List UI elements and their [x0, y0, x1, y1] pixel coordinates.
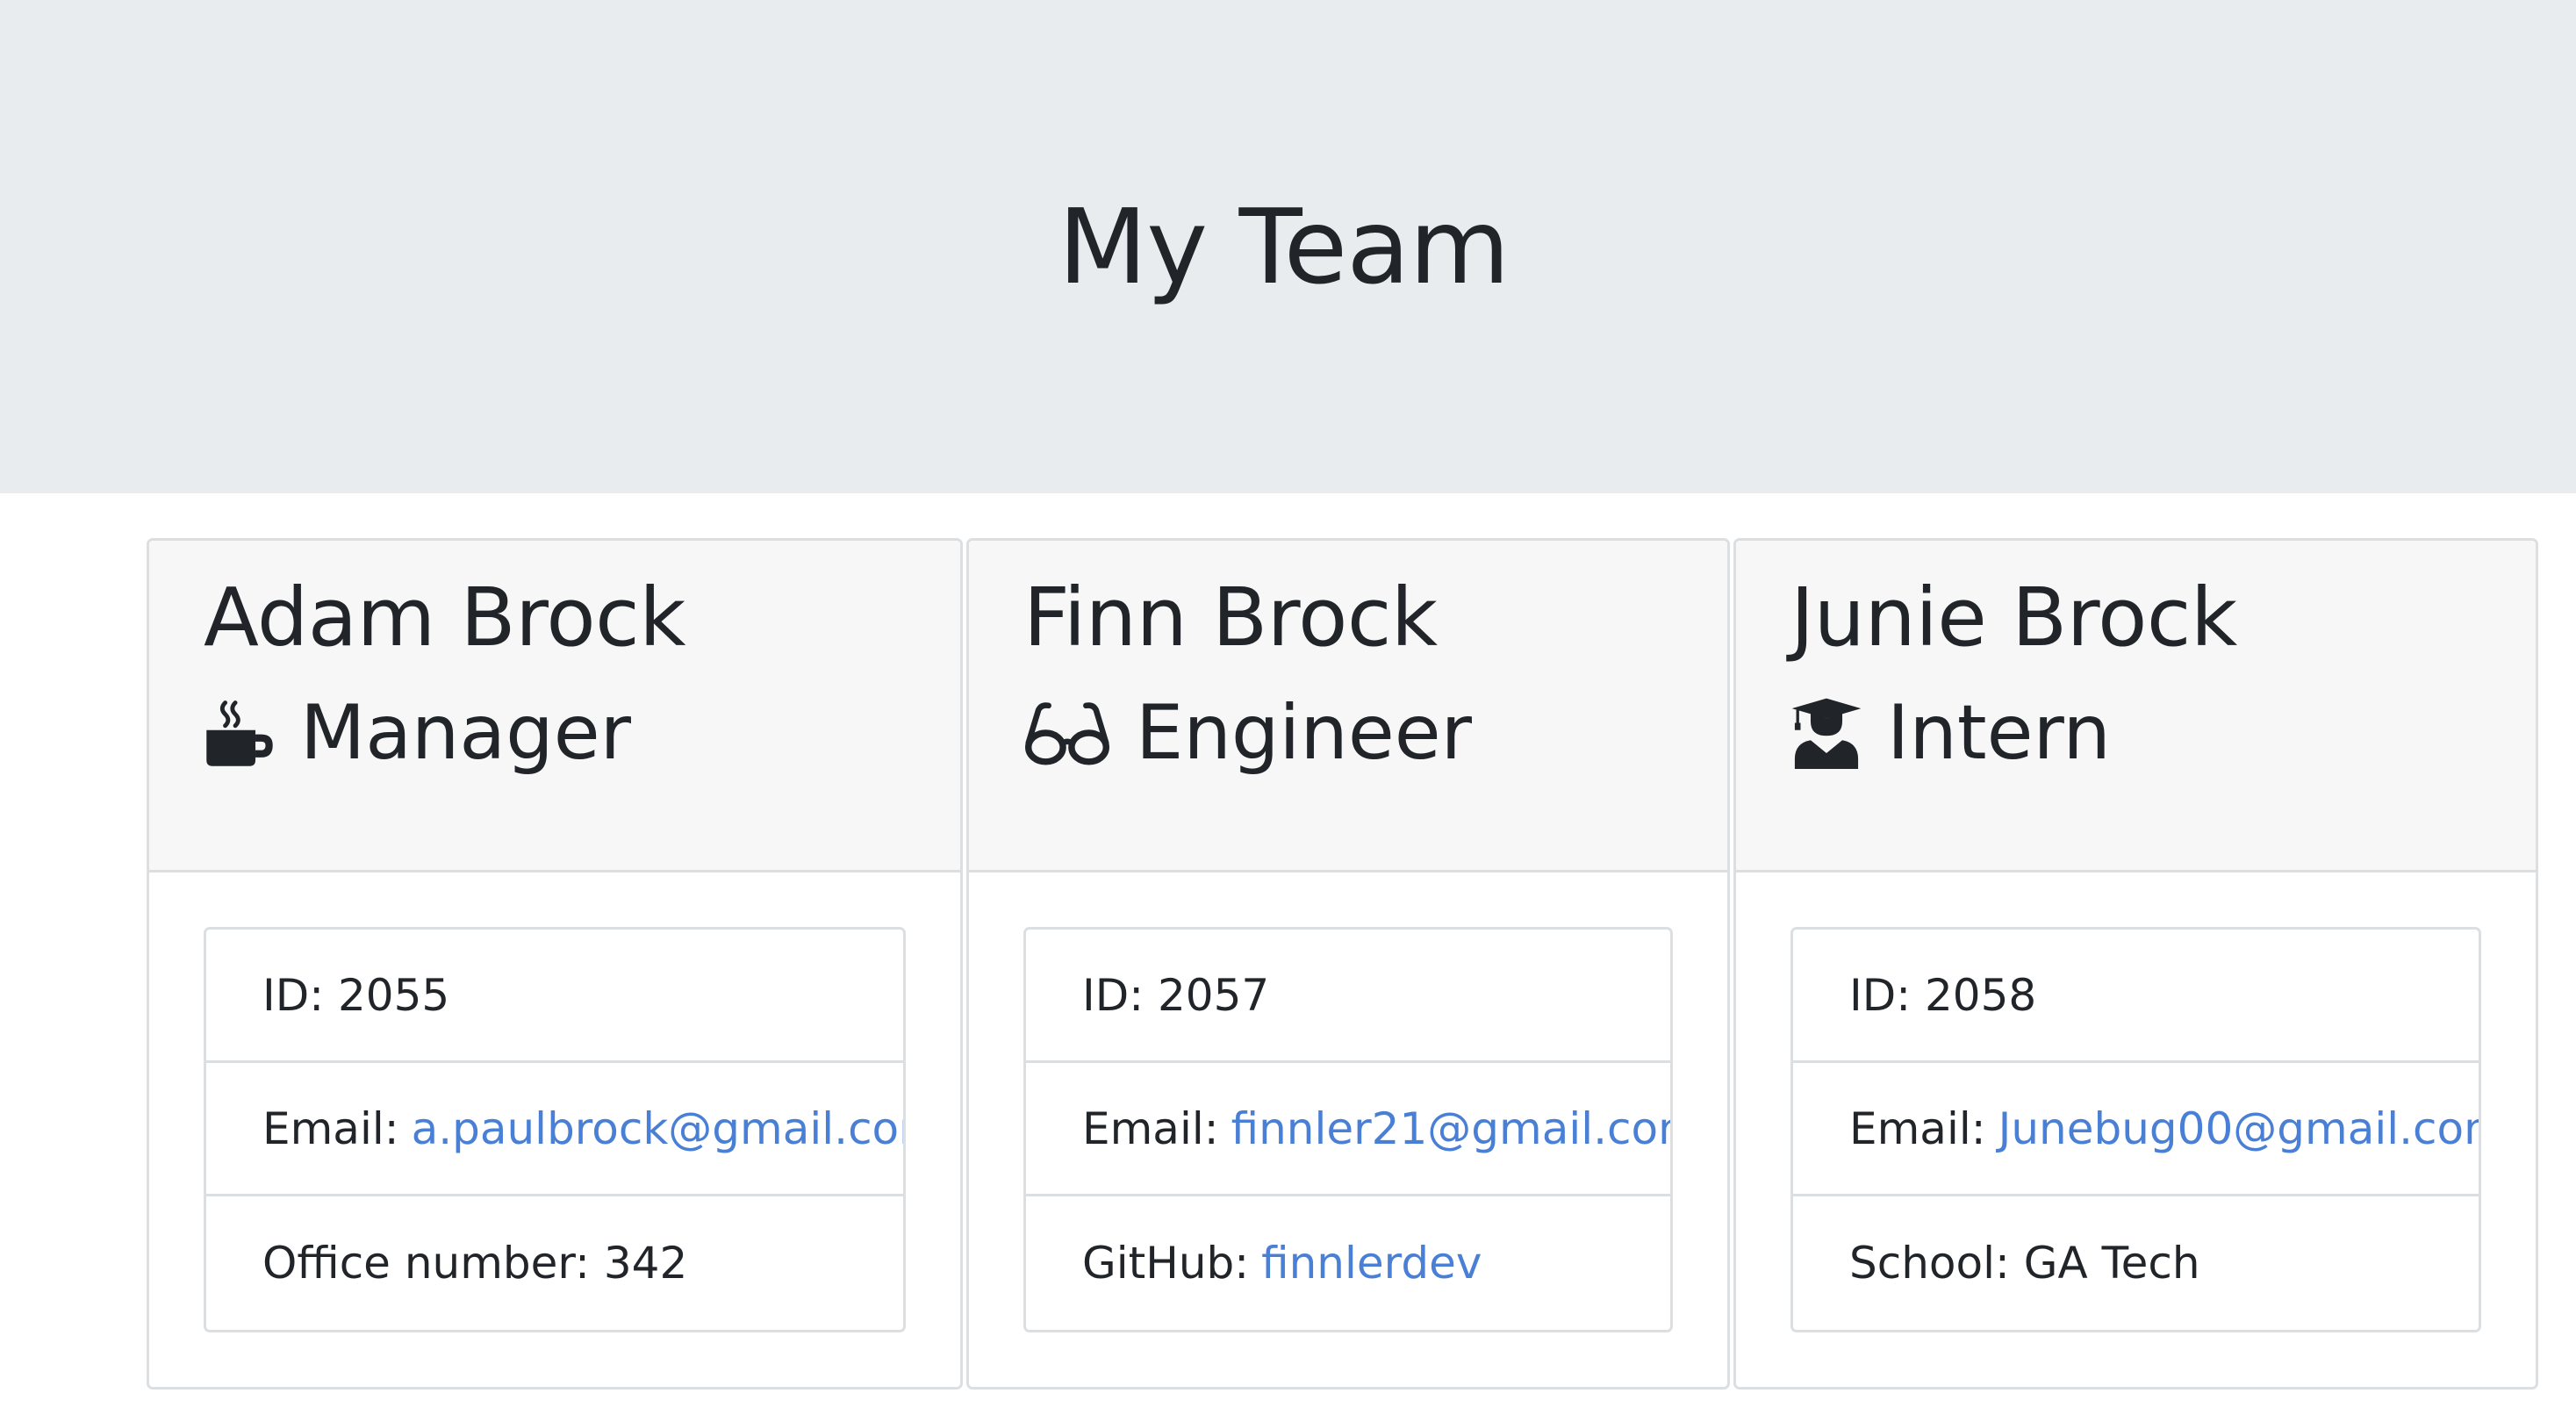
email-label: Email: [262, 1102, 399, 1154]
card-body: ID: 2058 Email: Junebug00@gmail.com Scho… [1736, 873, 2536, 1332]
email-link[interactable]: Junebug00@gmail.com [1998, 1103, 2479, 1154]
employee-role: Manager [204, 695, 960, 771]
employee-name: Junie Brock [1790, 571, 2237, 664]
id-item: ID: 2055 [206, 930, 903, 1063]
id-item: ID: 2058 [1793, 930, 2479, 1063]
card-header: Adam Brock Manager [149, 541, 960, 873]
email-item: Email: Junebug00@gmail.com [1793, 1063, 2479, 1196]
glasses-icon [1023, 697, 1111, 769]
email-item: Email: finnler21@gmail.com [1026, 1063, 1670, 1196]
email-item: Email: a.paulbrock@gmail.com [206, 1063, 903, 1196]
card-header: Junie Brock Intern [1736, 541, 2536, 873]
info-list: ID: 2058 Email: Junebug00@gmail.com Scho… [1790, 927, 2481, 1332]
github-link[interactable]: finnlerdev [1261, 1238, 1482, 1289]
page-header: My Team [0, 0, 2576, 493]
email-label: Email: [1849, 1102, 1986, 1154]
office-number-text: Office number: 342 [262, 1238, 688, 1289]
employee-role: Intern [1790, 695, 2536, 771]
id-text: ID: 2057 [1082, 969, 1270, 1021]
info-list: ID: 2057 Email: finnler21@gmail.com GitH… [1023, 927, 1673, 1332]
coffee-icon [204, 697, 276, 769]
card-body: ID: 2057 Email: finnler21@gmail.com GitH… [969, 873, 1727, 1332]
email-label: Email: [1082, 1102, 1219, 1154]
email-link[interactable]: finnler21@gmail.com [1231, 1103, 1670, 1154]
team-cards: Adam Brock Manager ID: 2055 Email: a.pau… [147, 538, 2538, 1390]
employee-name: Adam Brock [204, 571, 686, 664]
role-label: Engineer [1136, 689, 1473, 777]
school-text: School: GA Tech [1849, 1238, 2200, 1289]
employee-role: Engineer [1023, 695, 1727, 771]
graduate-icon [1790, 697, 1862, 769]
id-text: ID: 2058 [1849, 969, 2037, 1021]
id-text: ID: 2055 [262, 969, 450, 1021]
role-label: Intern [1887, 689, 2111, 777]
github-label: GitHub: [1082, 1238, 1250, 1289]
employee-card-intern: Junie Brock Intern ID: 2058 Email: Juneb… [1733, 538, 2538, 1390]
role-label: Manager [300, 689, 631, 777]
github-item: GitHub: finnlerdev [1026, 1196, 1670, 1330]
employee-name: Finn Brock [1023, 571, 1438, 664]
id-item: ID: 2057 [1026, 930, 1670, 1063]
office-number-item: Office number: 342 [206, 1196, 903, 1330]
email-link[interactable]: a.paulbrock@gmail.com [412, 1103, 903, 1154]
card-body: ID: 2055 Email: a.paulbrock@gmail.com Of… [149, 873, 960, 1332]
employee-card-engineer: Finn Brock Engineer ID: 2057 Email: finn… [966, 538, 1730, 1390]
employee-card-manager: Adam Brock Manager ID: 2055 Email: a.pau… [147, 538, 963, 1390]
info-list: ID: 2055 Email: a.paulbrock@gmail.com Of… [204, 927, 906, 1332]
page-title: My Team [1058, 186, 1510, 307]
card-header: Finn Brock Engineer [969, 541, 1727, 873]
school-item: School: GA Tech [1793, 1196, 2479, 1330]
